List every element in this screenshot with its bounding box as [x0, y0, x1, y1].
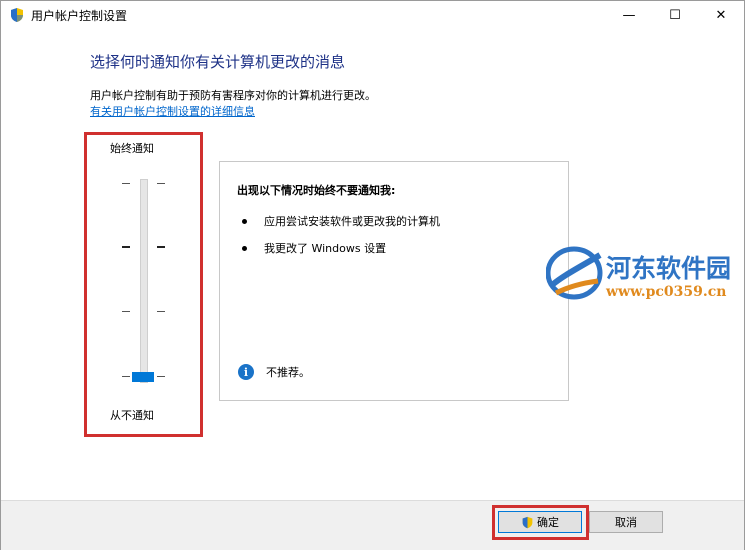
- slider-tick-right: [157, 183, 165, 184]
- slider-tick-right: [157, 311, 165, 312]
- recommendation-text: 不推荐。: [266, 366, 310, 379]
- slider-tick-right: [157, 376, 165, 377]
- list-item: 我更改了 Windows 设置: [242, 240, 386, 256]
- slider-tick-left: [122, 246, 130, 248]
- page-heading: 选择何时通知你有关计算机更改的消息: [90, 53, 346, 71]
- recommendation-row: i 不推荐。: [238, 364, 310, 380]
- details-link[interactable]: 有关用户帐户控制设置的详细信息: [90, 103, 255, 119]
- maximize-icon: ☐: [669, 7, 681, 23]
- watermark-logo-icon: [546, 246, 603, 300]
- slider-tick-left: [122, 311, 130, 312]
- close-button[interactable]: ✕: [698, 1, 744, 29]
- ok-button[interactable]: 确定: [498, 511, 582, 533]
- list-item: 应用尝试安装软件或更改我的计算机: [242, 213, 440, 229]
- slider-tick-left: [122, 376, 130, 377]
- close-icon: ✕: [715, 7, 727, 23]
- uac-settings-window: 用户帐户控制设置 — ☐ ✕ 选择何时通知你有关计算机更改的消息 用户帐户控制有…: [0, 0, 745, 550]
- bullet-icon: [242, 218, 247, 224]
- watermark-brand: 河东软件园: [606, 254, 732, 283]
- bullet-icon: [242, 245, 247, 251]
- slider-tick-right: [157, 246, 165, 248]
- list-item-label: 我更改了 Windows 设置: [264, 242, 387, 255]
- slider-track[interactable]: [140, 179, 148, 383]
- title-bar: 用户帐户控制设置 — ☐ ✕: [1, 1, 744, 29]
- list-item-label: 应用尝试安装软件或更改我的计算机: [264, 215, 440, 228]
- slider-thumb[interactable]: [132, 372, 154, 382]
- cancel-button-label: 取消: [615, 516, 637, 529]
- watermark-url: www.pc0359.cn: [606, 284, 727, 300]
- cancel-button[interactable]: 取消: [589, 511, 663, 533]
- panel-heading: 出现以下情况时始终不要通知我:: [237, 184, 396, 197]
- slider-bottom-label: 从不通知: [110, 409, 154, 422]
- minimize-button[interactable]: —: [606, 1, 652, 29]
- uac-shield-icon: [11, 8, 23, 22]
- minimize-icon: —: [622, 7, 636, 23]
- site-watermark: 河东软件园 www.pc0359.cn: [546, 243, 744, 303]
- slider-tick-left: [122, 183, 130, 184]
- window-title: 用户帐户控制设置: [31, 9, 128, 23]
- uac-shield-icon: [522, 516, 533, 528]
- page-description: 用户帐户控制有助于预防有害程序对你的计算机进行更改。: [90, 89, 376, 102]
- slider-top-label: 始终通知: [110, 142, 154, 155]
- ok-button-label: 确定: [537, 516, 559, 529]
- info-icon: i: [238, 364, 254, 380]
- maximize-button[interactable]: ☐: [652, 1, 698, 29]
